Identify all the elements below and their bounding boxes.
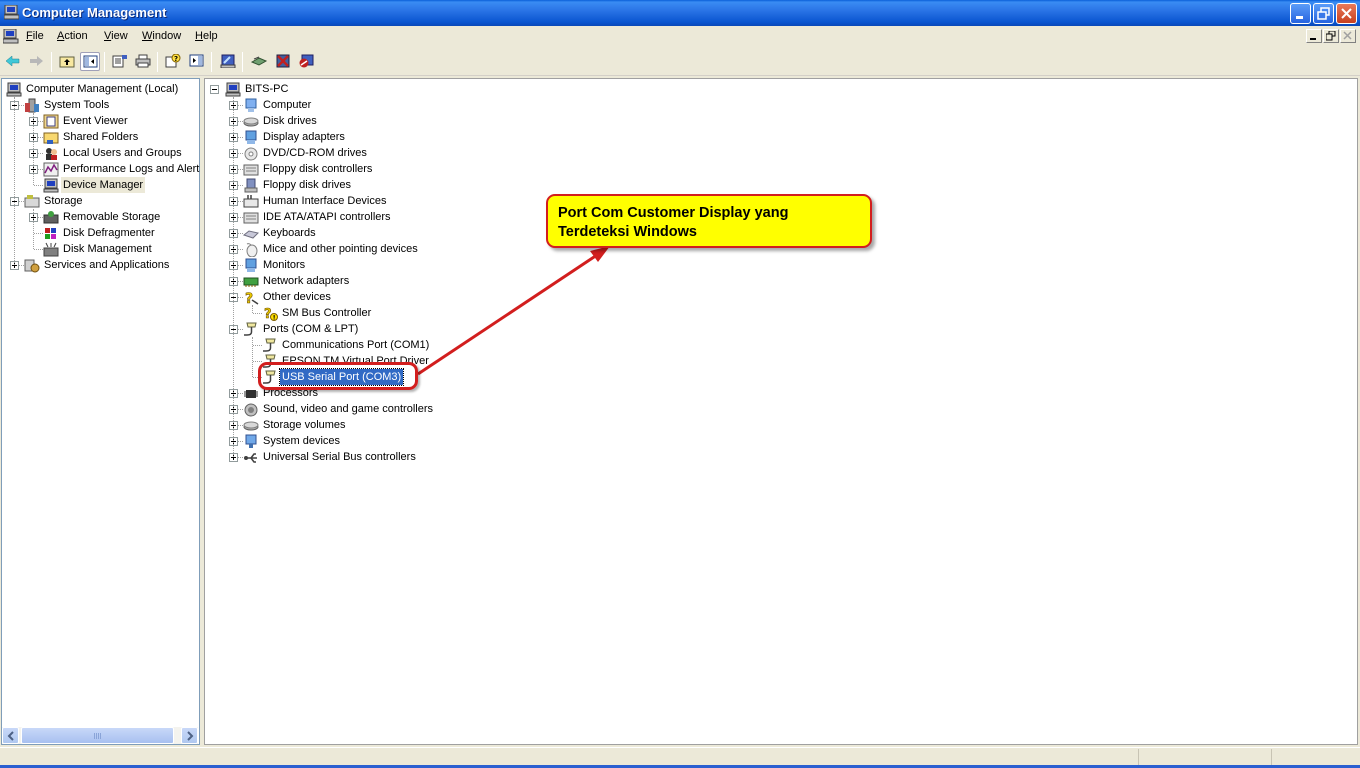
- computer-management-window: Computer Management File Action View Win…: [0, 0, 1360, 768]
- callout-line-2: Terdeteksi Windows: [558, 224, 697, 240]
- callout-text: Port Com Customer Display yang Terdeteks…: [558, 204, 788, 242]
- callout-line-1: Port Com Customer Display yang: [558, 205, 789, 221]
- annotation-callout: Port Com Customer Display yang Terdeteks…: [546, 194, 872, 248]
- highlight-ring: [258, 362, 418, 390]
- arrow-head: [590, 246, 610, 262]
- annotation-arrow: [417, 246, 610, 376]
- arrow-line: [417, 251, 601, 376]
